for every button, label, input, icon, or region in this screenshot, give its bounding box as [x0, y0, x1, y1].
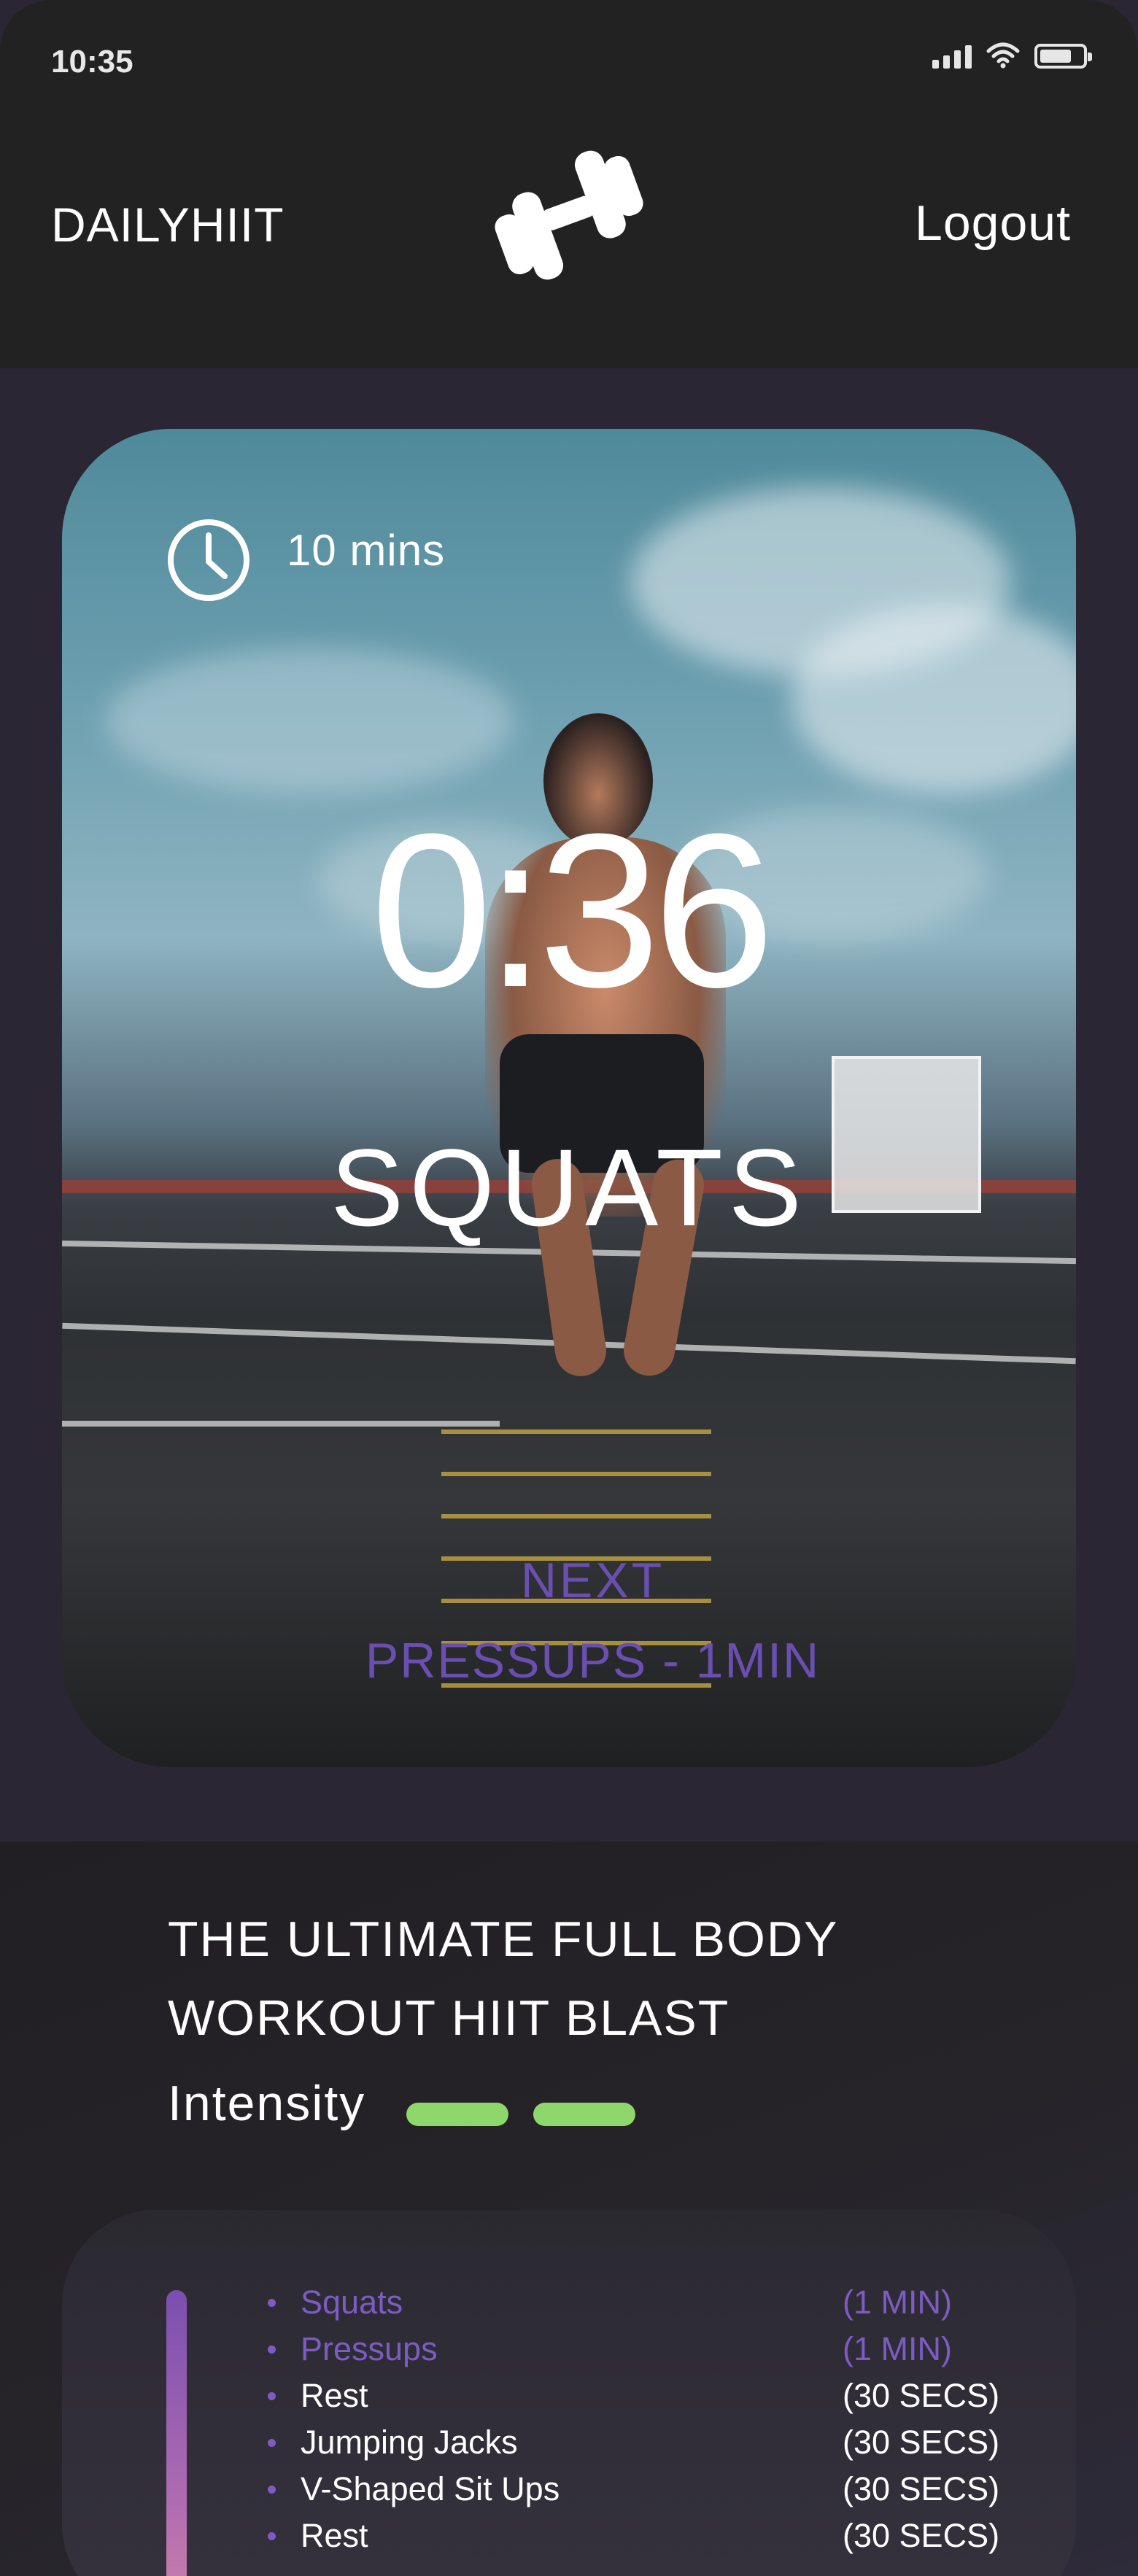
exercise-name: Jumping Jacks [301, 2424, 518, 2461]
workout-details-panel: THE ULTIMATE FULL BODY WORKOUT HIIT BLAS… [0, 1842, 1138, 2576]
logout-button[interactable]: Logout [915, 195, 1071, 252]
exercise-list-item: Rest (30 SECS) [208, 2513, 1010, 2559]
brand-name: DAILYHIIT [51, 198, 284, 252]
bullet-icon [268, 2532, 276, 2540]
exercise-list-item: V-Shaped Sit Ups (30 SECS) [208, 2466, 1010, 2513]
next-label: NEXT [520, 1553, 665, 1608]
bullet-icon [268, 2486, 276, 2494]
exercise-name: V-Shaped Sit Ups [301, 2470, 560, 2507]
exercise-list-card: Squats (1 MIN) Pressups (1 MIN) Rest (30 SECS… [62, 2210, 1076, 2576]
clock-icon [168, 519, 249, 601]
exercise-duration: (1 MIN) [843, 2284, 952, 2321]
progress-accent-bar [166, 2290, 187, 2576]
exercise-duration: (30 SECS) [843, 2517, 1000, 2554]
workout-title-line: THE ULTIMATE FULL BODY [168, 1912, 839, 1967]
next-exercise: PRESSUPS - 1MIN [365, 1633, 821, 1688]
exercise-name: Rest [301, 2517, 368, 2554]
countdown-timer: 0:36 [371, 788, 775, 1033]
bullet-icon [268, 2392, 276, 2400]
status-bar: 10:35 [0, 0, 1138, 113]
battery-icon [1034, 44, 1092, 69]
exercise-name: Pressups [301, 2330, 438, 2367]
signal-icon [932, 44, 972, 69]
current-exercise: SQUATS [330, 1126, 808, 1249]
exercise-name: Rest [301, 2377, 368, 2414]
exercise-name: Squats [301, 2284, 403, 2321]
exercise-duration: (30 SECS) [843, 2377, 1000, 2414]
app-header: DAILYHIIT Logout [0, 113, 1138, 368]
field-line [62, 1421, 500, 1427]
phone-screen: 10:35 DAILYHIIT Logout 10 mins 0:36 SQUA… [0, 0, 1138, 2576]
exercise-duration: (30 SECS) [843, 2424, 1000, 2461]
bullet-icon [268, 2299, 276, 2307]
exercise-list-item: Rest (30 SECS) [208, 2373, 1010, 2419]
workout-title: THE ULTIMATE FULL BODY WORKOUT HIIT BLAS… [168, 1900, 970, 2057]
workout-duration: 10 mins [287, 526, 446, 575]
wifi-icon [986, 42, 1020, 69]
intensity-bar [406, 2103, 508, 2126]
bullet-icon [268, 2346, 276, 2354]
exercise-duration: (30 SECS) [843, 2470, 1000, 2507]
bullet-icon [268, 2439, 276, 2447]
intensity-meter [406, 2103, 635, 2126]
cloud-shape [106, 648, 514, 794]
status-icons [932, 42, 1092, 69]
status-time: 10:35 [51, 44, 133, 79]
exercise-list-item: Squats (1 MIN) [208, 2279, 1010, 2326]
exercise-list-item: Jumping Jacks (30 SECS) [208, 2419, 1010, 2466]
cloud-shape [791, 604, 1076, 794]
exercise-list-item: Pressups (1 MIN) [208, 2326, 1010, 2373]
dumbbell-icon [495, 150, 643, 280]
workout-title-line: WORKOUT HIIT BLAST [168, 1990, 730, 2046]
exercise-duration: (1 MIN) [843, 2330, 952, 2367]
intensity-bar [533, 2103, 635, 2126]
workout-hero-card: 10 mins 0:36 SQUATS NEXT PRESSUPS - 1MIN [62, 429, 1076, 1767]
intensity-label: Intensity [168, 2076, 366, 2131]
exercise-list: Squats (1 MIN) Pressups (1 MIN) Rest (30 SECS… [208, 2279, 1010, 2559]
